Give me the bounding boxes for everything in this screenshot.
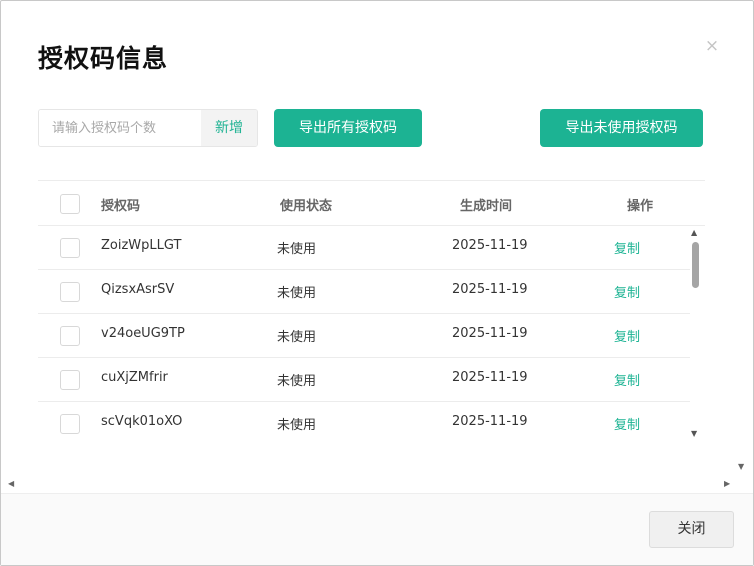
copy-link[interactable]: 复制 [614, 370, 640, 389]
table-header: 授权码 使用状态 生成时间 操作 [38, 180, 705, 226]
dialog-footer: 关闭 [1, 493, 753, 565]
row-checkbox[interactable] [60, 282, 80, 302]
content-scroll-down-icon[interactable]: ▼ [738, 463, 744, 471]
auth-code-dialog: 授权码信息 × 新增 导出所有授权码 导出未使用授权码 授权码 使用状态 生成时… [0, 0, 754, 566]
copy-link[interactable]: 复制 [614, 414, 640, 433]
table-row: QizsxAsrSV 未使用 2025-11-19 复制 [38, 270, 690, 314]
horizontal-scrollbar[interactable]: ◀ ▶ [5, 479, 735, 491]
cell-status: 未使用 [277, 418, 317, 433]
cell-status: 未使用 [277, 242, 317, 257]
auth-code-table: 授权码 使用状态 生成时间 操作 ZoizWpLLGT 未使用 2025-11-… [38, 180, 705, 442]
row-checkbox[interactable] [60, 238, 80, 258]
add-code-group: 新增 [38, 109, 258, 147]
cell-code: v24oeUG9TP [101, 326, 185, 341]
export-unused-button[interactable]: 导出未使用授权码 [540, 109, 703, 147]
scroll-right-icon[interactable]: ▶ [724, 480, 730, 488]
table-body[interactable]: ZoizWpLLGT 未使用 2025-11-19 复制 QizsxAsrSV … [38, 226, 690, 442]
copy-link[interactable]: 复制 [614, 238, 640, 257]
row-checkbox[interactable] [60, 414, 80, 434]
cell-code: cuXjZMfrir [101, 370, 168, 385]
dialog-title: 授权码信息 [38, 44, 169, 73]
table-row: scVqk01oXO 未使用 2025-11-19 复制 [38, 402, 690, 442]
cell-code: scVqk01oXO [101, 414, 183, 429]
row-checkbox[interactable] [60, 326, 80, 346]
cell-created: 2025-11-19 [452, 282, 528, 297]
cell-created: 2025-11-19 [452, 370, 528, 385]
cell-created: 2025-11-19 [452, 414, 528, 429]
scroll-down-icon[interactable]: ▼ [691, 430, 697, 438]
close-button[interactable]: 关闭 [649, 511, 734, 548]
cell-status: 未使用 [277, 330, 317, 345]
close-icon[interactable]: × [704, 36, 720, 56]
cell-status: 未使用 [277, 286, 317, 301]
header-status: 使用状态 [280, 199, 333, 214]
header-code: 授权码 [101, 199, 141, 214]
table-row: cuXjZMfrir 未使用 2025-11-19 复制 [38, 358, 690, 402]
table-row: v24oeUG9TP 未使用 2025-11-19 复制 [38, 314, 690, 358]
copy-link[interactable]: 复制 [614, 282, 640, 301]
code-count-input[interactable] [39, 110, 201, 146]
export-all-button[interactable]: 导出所有授权码 [274, 109, 422, 147]
header-created: 生成时间 [460, 199, 513, 214]
table-vertical-scrollbar[interactable]: ▲ ▼ [689, 227, 703, 441]
cell-status: 未使用 [277, 374, 317, 389]
copy-link[interactable]: 复制 [614, 326, 640, 345]
table-row: ZoizWpLLGT 未使用 2025-11-19 复制 [38, 226, 690, 270]
header-action: 操作 [627, 199, 654, 214]
cell-created: 2025-11-19 [452, 326, 528, 341]
scroll-left-icon[interactable]: ◀ [8, 480, 14, 488]
cell-code: QizsxAsrSV [101, 282, 175, 297]
scroll-thumb[interactable] [692, 242, 699, 288]
add-button[interactable]: 新增 [201, 110, 257, 146]
row-checkbox[interactable] [60, 370, 80, 390]
cell-created: 2025-11-19 [452, 238, 528, 253]
cell-code: ZoizWpLLGT [101, 238, 182, 253]
select-all-checkbox[interactable] [60, 194, 80, 214]
scroll-up-icon[interactable]: ▲ [691, 229, 697, 237]
